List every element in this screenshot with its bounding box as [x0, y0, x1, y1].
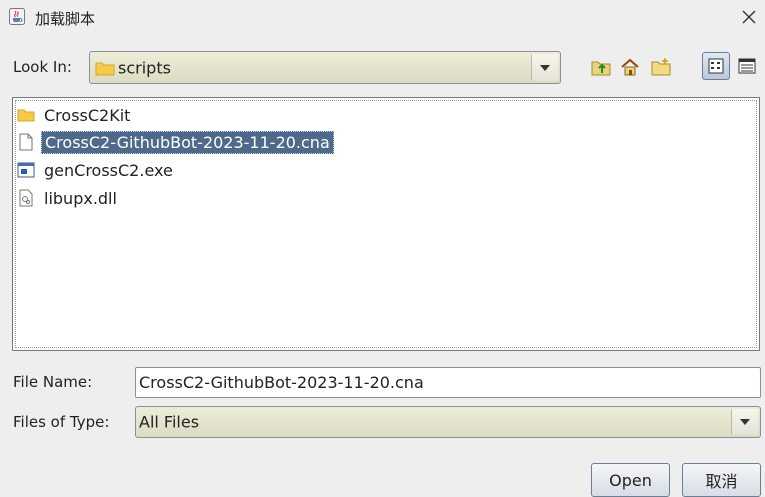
file-name-field[interactable]	[135, 367, 761, 398]
list-view-icon	[708, 58, 724, 74]
up-folder-button[interactable]	[590, 56, 612, 78]
home-button[interactable]	[619, 56, 641, 78]
file-type-label: Files of Type:	[13, 413, 110, 431]
dll-icon	[17, 188, 35, 208]
details-view-button[interactable]	[733, 52, 761, 80]
look-in-label: Look In:	[13, 58, 72, 76]
file-list[interactable]: CrossC2Kit CrossC2-GithubBot-2023-11-20.…	[12, 97, 760, 351]
close-button[interactable]	[737, 5, 761, 29]
new-folder-icon	[651, 58, 671, 76]
file-type-value: All Files	[139, 412, 200, 432]
file-name-input[interactable]	[136, 368, 760, 397]
open-button[interactable]: Open	[591, 463, 670, 497]
file-type-combo[interactable]: All Files	[135, 406, 761, 438]
file-name: CrossC2-GithubBot-2023-11-20.cna	[41, 130, 334, 154]
chevron-down-icon	[540, 64, 550, 71]
home-icon	[621, 58, 639, 76]
look-in-dropdown-button[interactable]	[531, 54, 558, 81]
window-title: 加载脚本	[35, 10, 96, 28]
executable-icon	[17, 160, 35, 180]
details-view-icon	[738, 58, 756, 74]
list-view-button[interactable]	[702, 52, 730, 80]
new-folder-button[interactable]	[650, 56, 672, 78]
folder-icon	[95, 60, 115, 80]
look-in-combo[interactable]: scripts	[89, 51, 561, 84]
file-name-label: File Name:	[13, 373, 93, 391]
file-item-libupx[interactable]: libupx.dll	[17, 186, 120, 210]
up-folder-icon	[591, 61, 611, 76]
close-icon	[742, 10, 756, 24]
file-item-gencrossc2[interactable]: genCrossC2.exe	[17, 158, 176, 182]
java-cup-icon	[9, 8, 25, 25]
file-icon	[17, 132, 35, 152]
file-name: libupx.dll	[44, 188, 117, 208]
file-type-dropdown-button[interactable]	[731, 409, 758, 435]
file-name: genCrossC2.exe	[44, 160, 173, 180]
cancel-button[interactable]: 取消	[682, 463, 761, 497]
look-in-value: scripts	[118, 58, 171, 77]
folder-icon	[17, 105, 35, 125]
file-name: CrossC2Kit	[44, 105, 131, 125]
file-item-crossc2kit[interactable]: CrossC2Kit	[17, 103, 133, 127]
title-bar: 加载脚本	[0, 0, 765, 34]
chevron-down-icon	[740, 419, 750, 425]
file-item-crossc2-githubbot[interactable]: CrossC2-GithubBot-2023-11-20.cna	[17, 130, 334, 154]
